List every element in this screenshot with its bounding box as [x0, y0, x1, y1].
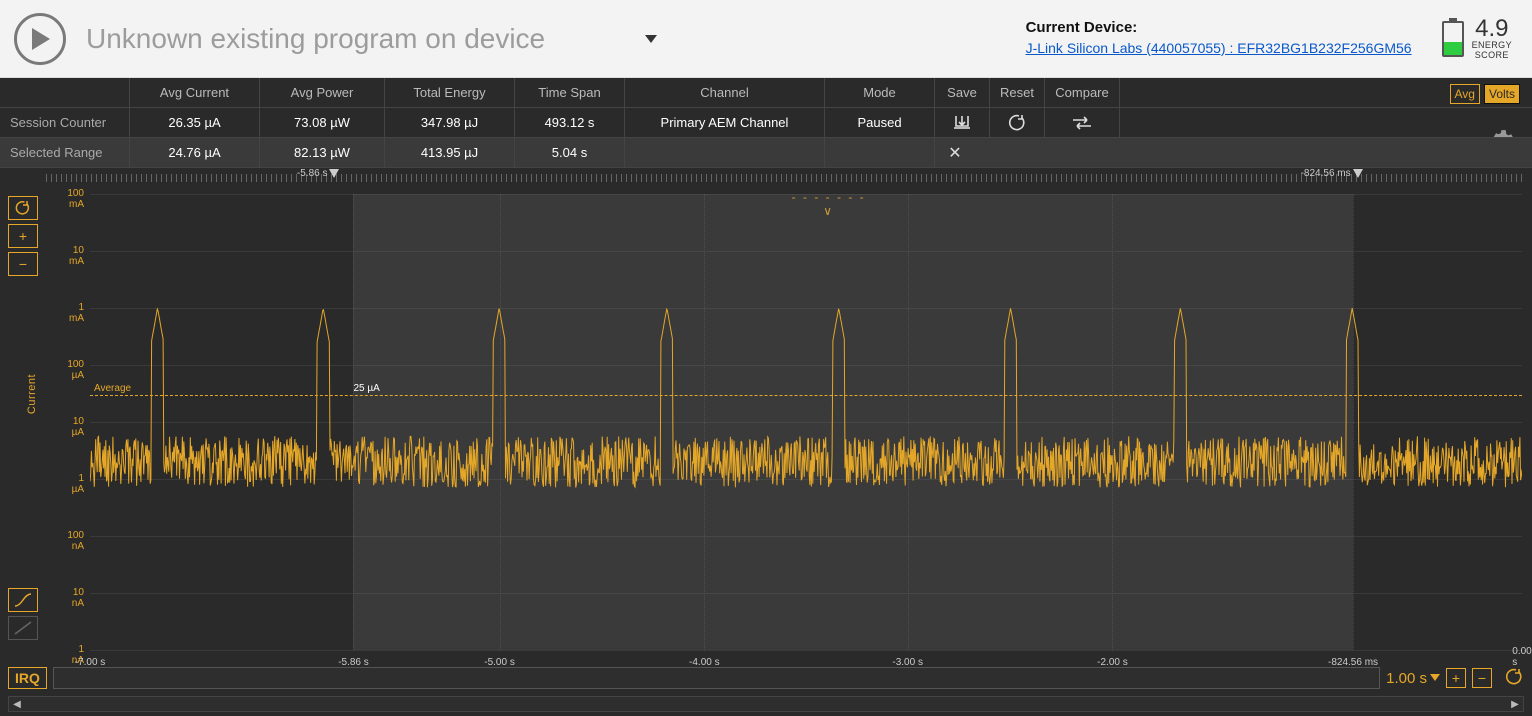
- top-bar: Unknown existing program on device Curre…: [0, 0, 1532, 78]
- col-mode: Mode: [825, 78, 935, 107]
- session-counter-row: Session Counter 26.35 µA 73.08 µW 347.98…: [0, 108, 1532, 138]
- bottom-controls: IRQ 1.00 s + −: [8, 664, 1524, 692]
- y-axis-controls: + −: [8, 196, 38, 276]
- y-tick: 10µA: [48, 416, 84, 438]
- time-ruler[interactable]: -5.86 s -824.56 ms: [46, 168, 1522, 188]
- timebase-zoom-out-button[interactable]: −: [1472, 668, 1492, 688]
- compare-button[interactable]: [1045, 108, 1120, 137]
- save-button[interactable]: [935, 108, 990, 137]
- y-tick: 1mA: [48, 302, 84, 324]
- col-avg-current: Avg Current: [130, 78, 260, 107]
- y-zoom-out-button[interactable]: −: [8, 252, 38, 276]
- session-mode: Paused: [825, 108, 935, 137]
- play-button[interactable]: [14, 13, 66, 65]
- timebase-selector[interactable]: 1.00 s: [1386, 670, 1440, 687]
- ruler-marker-left[interactable]: -5.86 s: [297, 168, 340, 179]
- current-chart[interactable]: - - - - - - -∨ 100mA10mA1mA100µA10µA1µA1…: [90, 194, 1522, 650]
- col-avg-power: Avg Power: [260, 78, 385, 107]
- linear-scale-button[interactable]: [8, 616, 38, 640]
- y-tick: 1µA: [48, 473, 84, 495]
- log-scale-button[interactable]: [8, 588, 38, 612]
- row-selected-label: Selected Range: [0, 138, 130, 167]
- horizontal-scrollbar[interactable]: ◀ ▶: [8, 696, 1524, 712]
- energy-score-block: 4.9 ENERGY SCORE: [1442, 17, 1512, 61]
- row-session-label: Session Counter: [0, 108, 130, 137]
- scroll-left-button[interactable]: ◀: [9, 697, 25, 711]
- waveform: [90, 194, 1522, 650]
- session-avg-current: 26.35 µA: [130, 108, 260, 137]
- selected-avg-current: 24.76 µA: [130, 138, 260, 167]
- energy-profiler-panel: Avg Volts Avg Current Avg Power Total En…: [0, 78, 1532, 716]
- col-save: Save: [935, 78, 990, 107]
- ruler-marker-right[interactable]: -824.56 ms: [1301, 168, 1363, 179]
- selected-total-energy: 413.95 µJ: [385, 138, 515, 167]
- y-axis-label: Current: [26, 374, 38, 414]
- y-tick: 10nA: [48, 587, 84, 609]
- stats-header-row: Avg Current Avg Power Total Energy Time …: [0, 78, 1532, 108]
- selected-time-span: 5.04 s: [515, 138, 625, 167]
- session-total-energy: 347.98 µJ: [385, 108, 515, 137]
- timebase-loop-button[interactable]: [1504, 668, 1524, 689]
- energy-score-label2: SCORE: [1475, 51, 1509, 61]
- current-device-label: Current Device:: [1026, 18, 1412, 38]
- y-tick: 100nA: [48, 530, 84, 552]
- selected-range-row: Selected Range 24.76 µA 82.13 µW 413.95 …: [0, 138, 1532, 168]
- energy-score-value: 4.9: [1475, 17, 1508, 41]
- current-device-link[interactable]: J-Link Silicon Labs (440057055) : EFR32B…: [1026, 40, 1412, 56]
- stats-table: Avg Current Avg Power Total Energy Time …: [0, 78, 1532, 168]
- selected-avg-power: 82.13 µW: [260, 138, 385, 167]
- scale-controls: [8, 588, 38, 640]
- session-time-span: 493.12 s: [515, 108, 625, 137]
- session-avg-power: 73.08 µW: [260, 108, 385, 137]
- col-time-span: Time Span: [515, 78, 625, 107]
- close-selection-button[interactable]: ✕: [935, 143, 975, 163]
- scroll-right-button[interactable]: ▶: [1507, 697, 1523, 711]
- col-compare: Compare: [1045, 78, 1120, 107]
- program-dropdown[interactable]: [645, 30, 657, 48]
- y-tick: 100mA: [48, 188, 84, 210]
- irq-label[interactable]: IRQ: [8, 667, 47, 689]
- session-channel: Primary AEM Channel: [625, 108, 825, 137]
- y-reset-button[interactable]: [8, 196, 38, 220]
- y-zoom-in-button[interactable]: +: [8, 224, 38, 248]
- program-title: Unknown existing program on device: [86, 23, 545, 55]
- y-tick: 100µA: [48, 359, 84, 381]
- battery-icon: [1442, 21, 1464, 57]
- y-tick: 10mA: [48, 245, 84, 267]
- irq-track[interactable]: [53, 667, 1380, 689]
- col-channel: Channel: [625, 78, 825, 107]
- timebase-zoom-in-button[interactable]: +: [1446, 668, 1466, 688]
- col-total-energy: Total Energy: [385, 78, 515, 107]
- col-reset: Reset: [990, 78, 1045, 107]
- reset-button[interactable]: [990, 108, 1045, 137]
- current-device-block: Current Device: J-Link Silicon Labs (440…: [1026, 18, 1412, 60]
